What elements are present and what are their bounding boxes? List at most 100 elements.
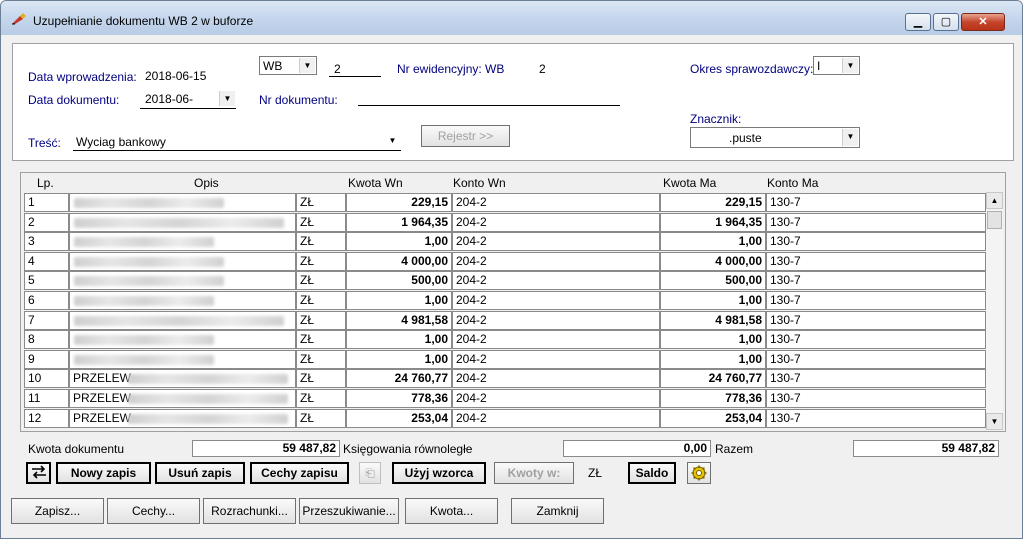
- cell-lp[interactable]: 7: [24, 310, 69, 330]
- cell-lp[interactable]: 4: [24, 251, 69, 271]
- cell-opis[interactable]: PRZELEW: [69, 408, 296, 428]
- table-row[interactable]: 5 ZŁ 500,00 204-2 500,00 130-7: [24, 271, 986, 291]
- cell-konto-wn[interactable]: 204-2: [452, 349, 660, 369]
- cell-konto-wn[interactable]: 204-2: [452, 389, 660, 408]
- cell-konto-wn[interactable]: 204-2: [452, 212, 660, 232]
- cell-opis[interactable]: [69, 291, 296, 310]
- kwoty-w-button[interactable]: Kwoty w:: [494, 462, 574, 484]
- cell-kwota-ma[interactable]: 1,00: [660, 232, 766, 252]
- col-lp[interactable]: Lp.: [37, 176, 54, 190]
- settings-button[interactable]: [687, 462, 711, 484]
- cell-lp[interactable]: 10: [24, 369, 69, 389]
- zapisz-button[interactable]: Zapisz...: [11, 498, 104, 524]
- znacznik-select[interactable]: .puste ▼: [690, 127, 860, 148]
- cell-cur[interactable]: ZŁ: [296, 408, 346, 428]
- kwota-button[interactable]: Kwota...: [405, 498, 498, 524]
- table-row[interactable]: 1 ZŁ 229,15 204-2 229,15 130-7: [24, 193, 986, 212]
- cell-konto-ma[interactable]: 130-7: [766, 212, 986, 232]
- cell-kwota-wn[interactable]: 1,00: [346, 330, 452, 350]
- toggle-view-button[interactable]: [26, 462, 51, 484]
- cell-lp[interactable]: 9: [24, 349, 69, 369]
- cell-kwota-wn[interactable]: 1,00: [346, 349, 452, 369]
- uzyj-wzorca-button[interactable]: Użyj wzorca: [392, 462, 486, 484]
- cell-konto-ma[interactable]: 130-7: [766, 349, 986, 369]
- scroll-thumb[interactable]: [987, 211, 1002, 229]
- cell-lp[interactable]: 3: [24, 232, 69, 252]
- cell-cur[interactable]: ZŁ: [296, 310, 346, 330]
- cell-lp[interactable]: 2: [24, 212, 69, 232]
- cell-kwota-wn[interactable]: 4 981,58: [346, 310, 452, 330]
- cell-kwota-ma[interactable]: 229,15: [660, 193, 766, 212]
- cell-konto-ma[interactable]: 130-7: [766, 330, 986, 350]
- cell-kwota-wn[interactable]: 500,00: [346, 271, 452, 291]
- cechy-zapisu-button[interactable]: Cechy zapisu: [250, 462, 349, 484]
- saldo-button[interactable]: Saldo: [628, 462, 676, 484]
- cell-konto-wn[interactable]: 204-2: [452, 310, 660, 330]
- table-row[interactable]: 7 ZŁ 4 981,58 204-2 4 981,58 130-7: [24, 310, 986, 330]
- cell-kwota-wn[interactable]: 1 964,35: [346, 212, 452, 232]
- chevron-down-icon[interactable]: ▼: [842, 129, 858, 146]
- cell-kwota-wn[interactable]: 253,04: [346, 408, 452, 428]
- cell-lp[interactable]: 8: [24, 330, 69, 350]
- cell-konto-ma[interactable]: 130-7: [766, 291, 986, 310]
- cell-cur[interactable]: ZŁ: [296, 232, 346, 252]
- cell-kwota-ma[interactable]: 1,00: [660, 330, 766, 350]
- table-row[interactable]: 6 ZŁ 1,00 204-2 1,00 130-7: [24, 291, 986, 310]
- cell-cur[interactable]: ZŁ: [296, 212, 346, 232]
- cell-konto-wn[interactable]: 204-2: [452, 330, 660, 350]
- cell-konto-wn[interactable]: 204-2: [452, 251, 660, 271]
- cell-cur[interactable]: ZŁ: [296, 389, 346, 408]
- chevron-down-icon[interactable]: ▼: [299, 58, 315, 73]
- cell-kwota-wn[interactable]: 778,36: [346, 389, 452, 408]
- cell-opis[interactable]: [69, 271, 296, 291]
- grid-scrollbar[interactable]: ▲ ▼: [986, 192, 1003, 430]
- scroll-up-icon[interactable]: ▲: [986, 192, 1003, 209]
- cell-cur[interactable]: ZŁ: [296, 369, 346, 389]
- cell-konto-ma[interactable]: 130-7: [766, 310, 986, 330]
- table-row[interactable]: 4 ZŁ 4 000,00 204-2 4 000,00 130-7: [24, 251, 986, 271]
- cell-konto-ma[interactable]: 130-7: [766, 193, 986, 212]
- cell-opis[interactable]: [69, 330, 296, 350]
- attachment-button[interactable]: ⎗: [359, 462, 381, 484]
- table-row[interactable]: 3 ZŁ 1,00 204-2 1,00 130-7: [24, 232, 986, 252]
- minimize-button[interactable]: ▁: [905, 13, 931, 31]
- cell-konto-wn[interactable]: 204-2: [452, 408, 660, 428]
- cell-opis[interactable]: PRZELEW: [69, 369, 296, 389]
- cell-kwota-ma[interactable]: 500,00: [660, 271, 766, 291]
- cell-opis[interactable]: [69, 193, 296, 212]
- close-button[interactable]: ✕: [961, 13, 1005, 31]
- tresc-select[interactable]: Wyciag bankowy ▼: [73, 132, 401, 151]
- cell-konto-wn[interactable]: 204-2: [452, 193, 660, 212]
- cell-opis[interactable]: PRZELEW: [69, 389, 296, 408]
- cell-kwota-wn[interactable]: 4 000,00: [346, 251, 452, 271]
- cell-kwota-wn[interactable]: 1,00: [346, 291, 452, 310]
- title-bar[interactable]: Uzupełnianie dokumentu WB 2 w buforze ▁ …: [1, 1, 1022, 35]
- cell-lp[interactable]: 5: [24, 271, 69, 291]
- cell-kwota-ma[interactable]: 1 964,35: [660, 212, 766, 232]
- cell-kwota-ma[interactable]: 4 000,00: [660, 251, 766, 271]
- cechy-button[interactable]: Cechy...: [107, 498, 200, 524]
- cell-kwota-ma[interactable]: 1,00: [660, 291, 766, 310]
- okres-select[interactable]: I ▼: [813, 56, 860, 75]
- cell-konto-ma[interactable]: 130-7: [766, 232, 986, 252]
- zamknij-button[interactable]: Zamknij: [511, 498, 604, 524]
- cell-konto-wn[interactable]: 204-2: [452, 271, 660, 291]
- scroll-down-icon[interactable]: ▼: [986, 413, 1003, 430]
- col-konto-wn[interactable]: Konto Wn: [453, 176, 506, 190]
- rozrachunki-button[interactable]: Rozrachunki...: [203, 498, 296, 524]
- cell-opis[interactable]: [69, 251, 296, 271]
- cell-opis[interactable]: [69, 232, 296, 252]
- cell-lp[interactable]: 11: [24, 389, 69, 408]
- table-row[interactable]: 12 PRZELEW ZŁ 253,04 204-2 253,04 130-7: [24, 408, 986, 428]
- cell-kwota-wn[interactable]: 24 760,77: [346, 369, 452, 389]
- table-row[interactable]: 9 ZŁ 1,00 204-2 1,00 130-7: [24, 349, 986, 369]
- cell-opis[interactable]: [69, 310, 296, 330]
- cell-cur[interactable]: ZŁ: [296, 330, 346, 350]
- rejestr-button[interactable]: Rejestr >>: [421, 125, 510, 147]
- cell-konto-ma[interactable]: 130-7: [766, 251, 986, 271]
- cell-kwota-ma[interactable]: 24 760,77: [660, 369, 766, 389]
- cell-cur[interactable]: ZŁ: [296, 193, 346, 212]
- table-row[interactable]: 11 PRZELEW ZŁ 778,36 204-2 778,36 130-7: [24, 389, 986, 408]
- table-row[interactable]: 2 ZŁ 1 964,35 204-2 1 964,35 130-7: [24, 212, 986, 232]
- cell-opis[interactable]: [69, 349, 296, 369]
